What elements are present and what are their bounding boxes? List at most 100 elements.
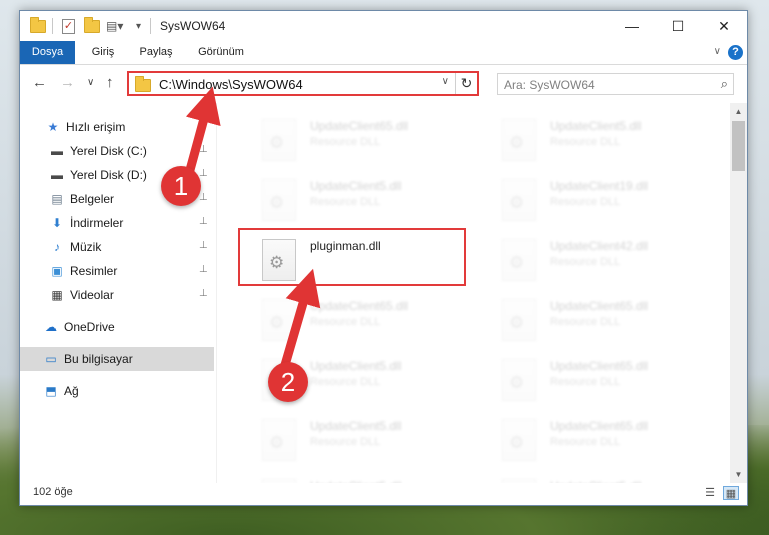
file-item[interactable]: UpdateClient65.dll Resource DLL	[242, 113, 472, 167]
maximize-button[interactable]: ☐	[655, 11, 701, 41]
file-type: Resource DLL	[310, 196, 381, 208]
file-name: UpdateClient65.dll	[550, 419, 649, 433]
drive-icon: ▬	[51, 144, 63, 158]
up-button[interactable]: ↑	[106, 74, 114, 91]
tab-paylas[interactable]: Paylaş	[132, 41, 180, 64]
folder-icon	[135, 76, 151, 92]
minimize-button[interactable]: —	[609, 11, 655, 41]
forward-button[interactable]: →	[60, 74, 75, 91]
file-type: Resource DLL	[550, 136, 621, 148]
address-dropdown-icon[interactable]: ∨	[442, 76, 449, 87]
file-name: UpdateClient65.dll	[310, 119, 409, 133]
address-bar[interactable]: C:\Windows\SysWOW64 ∨ ↻	[127, 71, 479, 96]
dll-file-icon	[502, 419, 536, 461]
properties-check-icon[interactable]: ✓	[62, 17, 75, 35]
file-item[interactable]: UpdateClient65.dll Resource DLL	[482, 353, 712, 407]
toolbar-dropdown-icon[interactable]: ▾	[136, 17, 141, 35]
search-input[interactable]: Ara: SysWOW64	[504, 78, 595, 92]
address-path[interactable]: C:\Windows\SysWOW64	[159, 77, 303, 92]
dll-file-icon	[262, 179, 296, 221]
file-item[interactable]: UpdateClient5.dll Resource DLL	[242, 173, 472, 227]
file-item[interactable]: UpdateClient5.dll Resource DLL	[482, 113, 712, 167]
file-item[interactable]: UpdateClient5.dllResource DLL	[482, 473, 712, 483]
file-item[interactable]: UpdateClient19.dll Resource DLL	[482, 173, 712, 227]
sidebar-item[interactable]: ⬇ İndirmeler ⊥	[20, 211, 214, 235]
refresh-icon[interactable]: ↻	[455, 73, 477, 94]
pin-icon[interactable]: ⊥	[199, 264, 208, 275]
file-name: UpdateClient5.dll	[550, 119, 642, 133]
sidebar-item[interactable]: ☁ OneDrive	[20, 315, 214, 339]
tab-gorunum[interactable]: Görünüm	[192, 41, 250, 64]
sidebar-item[interactable]: ▦ Videolar ⊥	[20, 283, 214, 307]
network-icon: ⬒	[45, 384, 57, 398]
scroll-up-icon[interactable]: ▲	[730, 103, 747, 120]
pin-icon[interactable]: ⊥	[199, 216, 208, 227]
new-folder-icon[interactable]	[84, 16, 100, 35]
sidebar-item-label: Ağ	[64, 384, 79, 398]
customize-toolbar-icon[interactable]: ▤▾	[106, 17, 123, 35]
pin-icon[interactable]: ⊥	[199, 144, 208, 155]
sidebar-item-label: Hızlı erişim	[66, 120, 126, 134]
file-item[interactable]: UpdateClient42.dll Resource DLL	[482, 233, 712, 287]
recent-locations-button[interactable]: ∨	[87, 77, 94, 88]
tab-dosya[interactable]: Dosya	[20, 41, 75, 64]
scroll-thumb[interactable]	[732, 121, 745, 171]
drive-icon: ▬	[51, 168, 63, 182]
sidebar-item-label: Yerel Disk (C:)	[70, 144, 147, 158]
scroll-down-icon[interactable]: ▼	[730, 466, 747, 483]
help-icon[interactable]: ?	[728, 45, 743, 60]
file-item[interactable]: UpdateClient5.dllResource DLL	[242, 473, 472, 483]
pane-divider[interactable]	[216, 103, 217, 483]
file-type: Resource DLL	[550, 196, 621, 208]
search-icon[interactable]: ⌕	[721, 76, 728, 92]
file-item[interactable]: UpdateClient65.dll Resource DLL	[482, 413, 712, 467]
highlight-box	[238, 228, 466, 286]
file-item[interactable]: UpdateClient65.dll Resource DLL	[242, 293, 472, 347]
file-type: Resource DLL	[550, 316, 621, 328]
sidebar-item[interactable]: ★ Hızlı erişim	[20, 115, 214, 139]
close-button[interactable]: ✕	[701, 11, 747, 41]
cloud-icon: ☁	[45, 320, 57, 334]
address-row: ← → ∨ ↑ C:\Windows\SysWOW64 ∨ ↻ Ara: Sys…	[20, 65, 747, 101]
videos-icon: ▦	[51, 288, 63, 302]
sidebar-item-label: Yerel Disk (D:)	[70, 168, 147, 182]
sidebar-item[interactable]: ♪ Müzik ⊥	[20, 235, 214, 259]
sidebar-item[interactable]: ⬒ Ağ	[20, 379, 214, 403]
dll-file-icon	[262, 419, 296, 461]
details-view-icon[interactable]: ☰	[702, 486, 718, 500]
tb-separator	[52, 17, 53, 35]
file-name: UpdateClient5.dll	[310, 179, 402, 193]
pin-icon[interactable]: ⊥	[199, 288, 208, 299]
sidebar-item[interactable]: ▭ Bu bilgisayar	[20, 347, 214, 371]
file-name: UpdateClient65.dll	[550, 299, 649, 313]
back-button[interactable]: ←	[32, 74, 47, 91]
sidebar-item[interactable]: ▬ Yerel Disk (C:) ⊥	[20, 139, 214, 163]
large-icons-view-icon[interactable]: ▦	[723, 486, 739, 500]
downloads-icon: ⬇	[51, 216, 63, 230]
file-type: Resource DLL	[310, 136, 381, 148]
item-count: 102 öğe	[33, 486, 73, 498]
sidebar-item-label: OneDrive	[64, 320, 115, 334]
tab-giris[interactable]: Giriş	[82, 41, 124, 64]
pin-icon[interactable]: ⊥	[199, 240, 208, 251]
file-name: UpdateClient5.dll	[310, 359, 402, 373]
file-item[interactable]: UpdateClient5.dllResource DLL	[242, 413, 472, 467]
window-title: SysWOW64	[160, 19, 226, 33]
pin-icon[interactable]: ⊥	[199, 192, 208, 203]
search-box[interactable]: Ara: SysWOW64 ⌕	[497, 73, 734, 95]
file-type: Resource DLL	[550, 376, 621, 388]
dll-file-icon	[262, 119, 296, 161]
file-type: Resource DLL	[310, 376, 381, 388]
documents-icon: ▤	[51, 192, 63, 206]
file-type: Resource DLL	[550, 256, 621, 268]
file-item[interactable]: UpdateClient65.dll Resource DLL	[482, 293, 712, 347]
sidebar-item-label: Videolar	[70, 288, 114, 302]
dll-file-icon	[502, 239, 536, 281]
computer-icon: ▭	[45, 352, 57, 366]
vertical-scrollbar[interactable]: ▲ ▼	[730, 103, 747, 483]
quick-access-folder-icon[interactable]	[30, 16, 46, 35]
expand-ribbon-icon[interactable]: ∨	[714, 46, 721, 57]
pin-icon[interactable]: ⊥	[199, 168, 208, 179]
sidebar-item[interactable]: ▣ Resimler ⊥	[20, 259, 214, 283]
file-type: Resource DLL	[550, 436, 621, 448]
